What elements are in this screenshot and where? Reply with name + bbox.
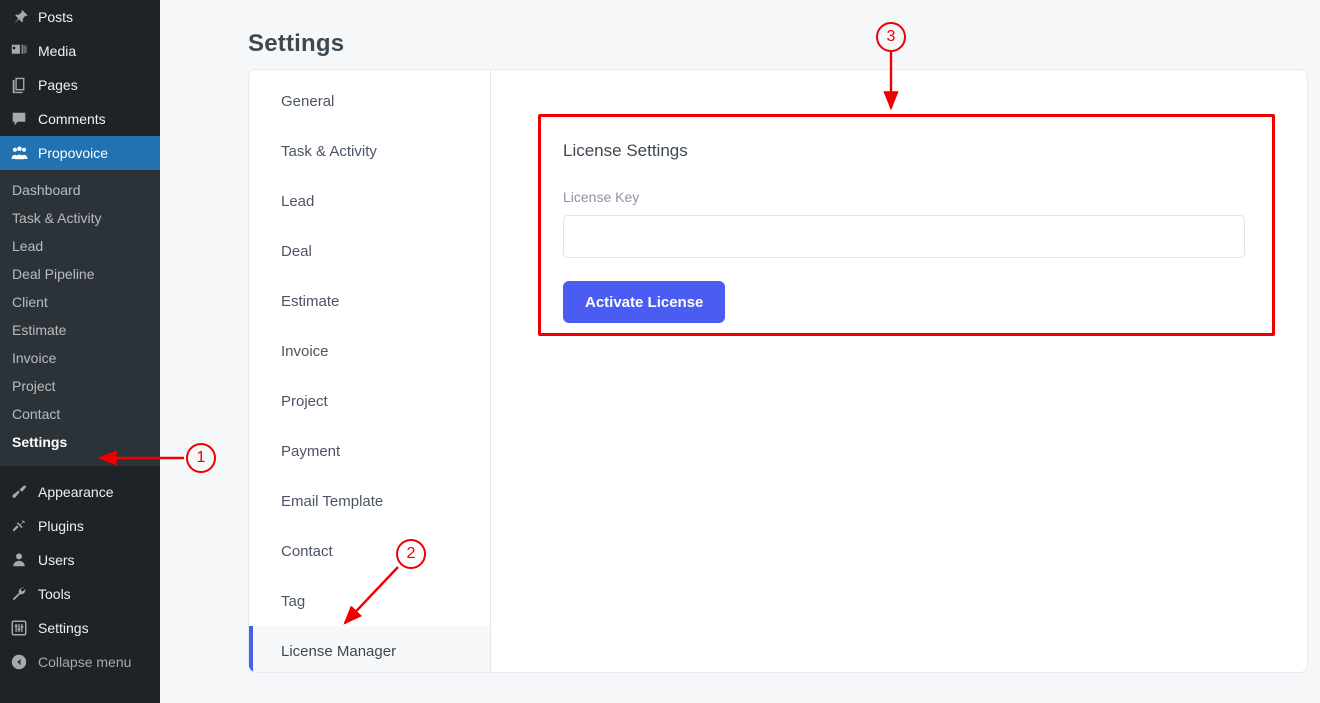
sidebar-item-tools[interactable]: Tools — [0, 577, 160, 611]
submenu-item-settings[interactable]: Settings — [0, 428, 160, 456]
tab-label: Contact — [281, 542, 333, 560]
collapse-menu-button[interactable]: Collapse menu — [0, 645, 160, 679]
sidebar-item-label: Posts — [38, 9, 74, 25]
submenu-item-estimate[interactable]: Estimate — [0, 316, 160, 344]
tab-license-manager[interactable]: License Manager — [249, 626, 490, 672]
tab-label: License Manager — [281, 642, 397, 660]
tab-label: Estimate — [281, 292, 340, 310]
submenu-item-task-activity[interactable]: Task & Activity — [0, 204, 160, 232]
tab-label: Task & Activity — [281, 142, 377, 160]
sidebar-item-label: Plugins — [38, 518, 84, 534]
submenu-item-contact[interactable]: Contact — [0, 400, 160, 428]
settings-card: General Task & Activity Lead Deal Estima… — [248, 69, 1308, 673]
tab-estimate[interactable]: Estimate — [249, 276, 490, 326]
media-icon — [9, 41, 29, 61]
main-content: Settings General Task & Activity Lead De… — [160, 0, 1320, 703]
user-icon — [9, 550, 29, 570]
sidebar-item-media[interactable]: Media — [0, 34, 160, 68]
tab-label: Tag — [281, 592, 306, 610]
sidebar-item-label: Pages — [38, 77, 78, 93]
tab-general[interactable]: General — [249, 76, 490, 126]
propovoice-submenu: Dashboard Task & Activity Lead Deal Pipe… — [0, 170, 160, 466]
sidebar-item-label: Tools — [38, 586, 71, 602]
submenu-item-project[interactable]: Project — [0, 372, 160, 400]
sidebar-item-appearance[interactable]: Appearance — [0, 475, 160, 509]
collapse-arrow-icon — [9, 652, 29, 672]
tab-task-activity[interactable]: Task & Activity — [249, 126, 490, 176]
collapse-menu-label: Collapse menu — [38, 654, 132, 670]
tab-lead[interactable]: Lead — [249, 176, 490, 226]
sidebar-item-label: Media — [38, 43, 77, 59]
sidebar-item-posts[interactable]: Posts — [0, 0, 160, 34]
pages-icon — [9, 75, 29, 95]
sidebar-item-pages[interactable]: Pages — [0, 68, 160, 102]
plug-icon — [9, 516, 29, 536]
settings-tab-list: General Task & Activity Lead Deal Estima… — [249, 70, 491, 672]
tab-label: Lead — [281, 192, 315, 210]
activate-license-button[interactable]: Activate License — [563, 281, 726, 323]
tab-label: Invoice — [281, 342, 329, 360]
wrench-icon — [9, 584, 29, 604]
sidebar-item-label: Comments — [38, 111, 106, 127]
menu-separator — [0, 466, 160, 475]
sidebar-item-label: Settings — [38, 620, 89, 636]
tab-deal[interactable]: Deal — [249, 226, 490, 276]
sidebar-item-propovoice[interactable]: Propovoice — [0, 136, 160, 170]
page-title: Settings — [248, 30, 345, 58]
tab-tag[interactable]: Tag — [249, 576, 490, 626]
tab-contact[interactable]: Contact — [249, 526, 490, 576]
license-key-input[interactable] — [563, 215, 1245, 258]
sliders-icon — [9, 618, 29, 638]
submenu-item-client[interactable]: Client — [0, 288, 160, 316]
tab-email-template[interactable]: Email Template — [249, 476, 490, 526]
submenu-item-invoice[interactable]: Invoice — [0, 344, 160, 372]
submenu-item-dashboard[interactable]: Dashboard — [0, 176, 160, 204]
license-settings-title: License Settings — [563, 141, 688, 160]
pushpin-icon — [9, 7, 29, 27]
tab-label: Project — [281, 392, 328, 410]
license-settings-panel: License Settings License Key Activate Li… — [539, 117, 1277, 335]
settings-tab-panel: License Settings License Key Activate Li… — [491, 70, 1307, 672]
submenu-item-deal-pipeline[interactable]: Deal Pipeline — [0, 260, 160, 288]
tab-invoice[interactable]: Invoice — [249, 326, 490, 376]
tab-label: Email Template — [281, 492, 384, 510]
tab-label: Deal — [281, 242, 312, 260]
tab-payment[interactable]: Payment — [249, 426, 490, 476]
sidebar-item-label: Users — [38, 552, 75, 568]
paintbrush-icon — [9, 482, 29, 502]
sidebar-item-comments[interactable]: Comments — [0, 102, 160, 136]
sidebar-item-label: Appearance — [38, 484, 114, 500]
sidebar-item-users[interactable]: Users — [0, 543, 160, 577]
tab-project[interactable]: Project — [249, 376, 490, 426]
screen-root: Posts Media Pages Comments Propovoice Da… — [0, 0, 1320, 703]
group-people-icon — [9, 143, 29, 163]
comment-bubble-icon — [9, 109, 29, 129]
license-key-label: License Key — [563, 189, 640, 205]
sidebar-item-settings[interactable]: Settings — [0, 611, 160, 645]
wp-admin-sidebar: Posts Media Pages Comments Propovoice Da… — [0, 0, 160, 703]
submenu-item-lead[interactable]: Lead — [0, 232, 160, 260]
tab-label: Payment — [281, 442, 341, 460]
tab-label: General — [281, 92, 335, 110]
sidebar-item-plugins[interactable]: Plugins — [0, 509, 160, 543]
sidebar-item-label: Propovoice — [38, 145, 109, 161]
